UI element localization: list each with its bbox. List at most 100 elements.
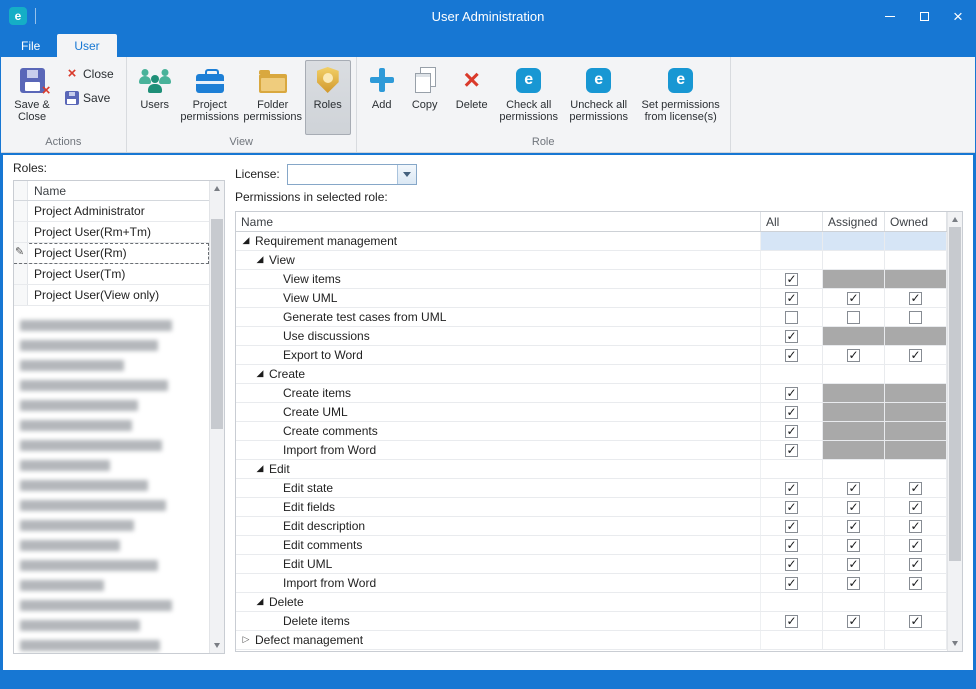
project-permissions-button[interactable]: Project permissions — [179, 60, 241, 135]
expander-expanded-icon[interactable] — [254, 369, 266, 379]
checkbox-checked[interactable] — [785, 520, 798, 533]
checkbox-checked[interactable] — [909, 292, 922, 305]
cell-owned-checked[interactable] — [885, 612, 947, 630]
permissions-row[interactable]: View — [236, 251, 947, 270]
cell-owned-checked[interactable] — [885, 536, 947, 554]
permissions-row[interactable]: Create comments — [236, 422, 947, 441]
permissions-row[interactable]: Export to Word — [236, 346, 947, 365]
cell-all-checked[interactable] — [761, 422, 823, 440]
permissions-row[interactable]: Create UML — [236, 403, 947, 422]
cell-all-checked[interactable] — [761, 327, 823, 345]
cell-all-checked[interactable] — [761, 384, 823, 402]
checkbox-unchecked[interactable] — [909, 311, 922, 324]
checkbox-checked[interactable] — [785, 330, 798, 343]
maximize-button[interactable] — [907, 0, 941, 32]
checkbox-checked[interactable] — [785, 406, 798, 419]
permissions-row[interactable]: Edit comments — [236, 536, 947, 555]
expander-expanded-icon[interactable] — [240, 236, 252, 246]
ribbon-close-button[interactable]: × Close — [61, 63, 121, 84]
cell-owned-checked[interactable] — [885, 346, 947, 364]
checkbox-checked[interactable] — [785, 482, 798, 495]
scroll-up-arrow[interactable] — [948, 212, 963, 227]
cell-all-checked[interactable] — [761, 441, 823, 459]
permissions-row[interactable]: Use discussions — [236, 327, 947, 346]
roles-scrollbar-thumb[interactable] — [211, 219, 223, 429]
checkbox-checked[interactable] — [847, 501, 860, 514]
cell-assigned-checked[interactable] — [823, 517, 885, 535]
permissions-row[interactable]: Edit UML — [236, 555, 947, 574]
checkbox-checked[interactable] — [785, 425, 798, 438]
cell-all-checked[interactable] — [761, 289, 823, 307]
cell-all-checked[interactable] — [761, 479, 823, 497]
permissions-row[interactable]: Edit fields — [236, 498, 947, 517]
license-input[interactable] — [288, 165, 397, 184]
permissions-row[interactable]: Delete items — [236, 612, 947, 631]
permissions-row[interactable]: Edit — [236, 460, 947, 479]
expander-expanded-icon[interactable] — [254, 597, 266, 607]
checkbox-checked[interactable] — [847, 577, 860, 590]
permissions-row[interactable]: Defect management — [236, 631, 947, 650]
permissions-row[interactable]: Generate test cases from UML — [236, 308, 947, 327]
checkbox-checked[interactable] — [847, 520, 860, 533]
tab-file[interactable]: File — [4, 34, 57, 57]
save-and-close-button[interactable]: × Save & Close — [6, 60, 58, 135]
close-button[interactable]: × — [941, 0, 975, 32]
cell-owned-checked[interactable] — [885, 555, 947, 573]
minimize-button[interactable] — [873, 0, 907, 32]
permissions-scrollbar[interactable] — [947, 212, 962, 651]
cell-assigned-checked[interactable] — [823, 346, 885, 364]
permissions-row[interactable]: Import from Word — [236, 574, 947, 593]
cell-all-checked[interactable] — [761, 574, 823, 592]
expander-expanded-icon[interactable] — [254, 464, 266, 474]
cell-assigned-checked[interactable] — [823, 498, 885, 516]
cell-owned-checked[interactable] — [885, 289, 947, 307]
checkbox-checked[interactable] — [785, 292, 798, 305]
roles-list-row[interactable]: Project User(Rm+Tm) — [14, 222, 209, 243]
license-combobox[interactable] — [287, 164, 417, 185]
expander-expanded-icon[interactable] — [254, 255, 266, 265]
cell-owned-checked[interactable] — [885, 479, 947, 497]
copy-button[interactable]: Copy — [403, 60, 447, 135]
roles-list-row[interactable]: Project User(Rm) — [14, 243, 209, 264]
permissions-row[interactable]: Edit description — [236, 517, 947, 536]
roles-list-row[interactable]: Project User(View only) — [14, 285, 209, 306]
cell-all-checked[interactable] — [761, 498, 823, 516]
permissions-row[interactable]: Import from Word — [236, 441, 947, 460]
cell-all-checked[interactable] — [761, 517, 823, 535]
cell-owned-unchecked[interactable] — [885, 308, 947, 326]
checkbox-checked[interactable] — [785, 444, 798, 457]
tab-user[interactable]: User — [57, 34, 116, 57]
permissions-row[interactable]: Edit state — [236, 479, 947, 498]
checkbox-checked[interactable] — [909, 558, 922, 571]
cell-assigned-checked[interactable] — [823, 289, 885, 307]
cell-all-checked[interactable] — [761, 612, 823, 630]
cell-all-checked[interactable] — [761, 403, 823, 421]
checkbox-checked[interactable] — [785, 539, 798, 552]
checkbox-checked[interactable] — [909, 520, 922, 533]
save-button[interactable]: Save — [61, 87, 121, 108]
app-logo-icon[interactable] — [9, 7, 27, 25]
checkbox-checked[interactable] — [847, 615, 860, 628]
checkbox-checked[interactable] — [785, 615, 798, 628]
permissions-row[interactable]: Create items — [236, 384, 947, 403]
permissions-scrollbar-thumb[interactable] — [949, 227, 961, 561]
permissions-row[interactable]: View items — [236, 270, 947, 289]
scroll-up-arrow[interactable] — [210, 181, 225, 196]
checkbox-checked[interactable] — [909, 501, 922, 514]
cell-all-checked[interactable] — [761, 270, 823, 288]
permissions-row[interactable]: View UML — [236, 289, 947, 308]
add-button[interactable]: Add — [362, 60, 402, 135]
checkbox-checked[interactable] — [785, 273, 798, 286]
license-dropdown-button[interactable] — [397, 165, 416, 184]
roles-button[interactable]: Roles — [305, 60, 351, 135]
cell-all-checked[interactable] — [761, 536, 823, 554]
cell-all-checked[interactable] — [761, 555, 823, 573]
uncheck-all-permissions-button[interactable]: Uncheck all permissions — [562, 60, 636, 135]
cell-assigned-checked[interactable] — [823, 612, 885, 630]
checkbox-checked[interactable] — [847, 482, 860, 495]
permissions-row[interactable]: Requirement management — [236, 232, 947, 251]
cell-all-unchecked[interactable] — [761, 308, 823, 326]
checkbox-checked[interactable] — [785, 577, 798, 590]
cell-assigned-checked[interactable] — [823, 574, 885, 592]
permissions-row[interactable]: Create — [236, 365, 947, 384]
